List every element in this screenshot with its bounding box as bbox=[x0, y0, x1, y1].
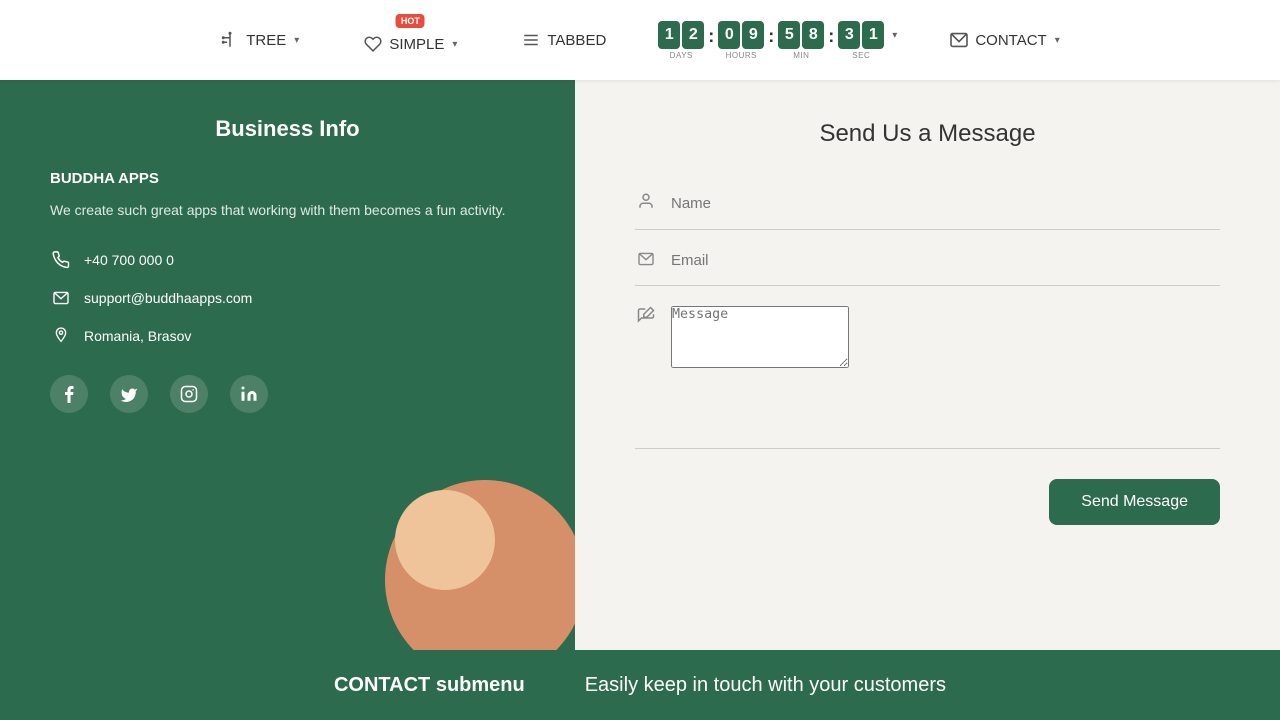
countdown: 1 2 DAYS : 0 9 HOURS : 5 8 MIN : 3 1 bbox=[658, 21, 897, 60]
simple-chevron: ▾ bbox=[452, 39, 457, 50]
min-digit-1: 5 bbox=[778, 21, 800, 49]
main-content: Business Info BUDDHA APPS We create such… bbox=[0, 80, 1280, 650]
twitter-icon[interactable] bbox=[110, 375, 148, 413]
linkedin-icon[interactable] bbox=[230, 375, 268, 413]
hot-badge: HOT bbox=[396, 14, 425, 28]
nav-item-tabbed[interactable]: TABBED bbox=[509, 22, 618, 58]
name-field bbox=[635, 178, 1220, 230]
message-field-row bbox=[635, 292, 1220, 449]
countdown-seconds: 3 1 SEC bbox=[838, 21, 884, 60]
tabbed-icon bbox=[521, 30, 541, 50]
contact-chevron: ▾ bbox=[1055, 35, 1060, 46]
bottom-right-text: Easily keep in touch with your customers bbox=[585, 674, 946, 697]
tree-icon bbox=[220, 30, 240, 50]
nav-item-contact[interactable]: CONTACT ▾ bbox=[937, 22, 1071, 58]
colon-3: : bbox=[828, 26, 834, 47]
days-digit-2: 2 bbox=[682, 21, 704, 49]
min-label: MIN bbox=[793, 51, 809, 60]
email-item: support@buddhaapps.com bbox=[50, 287, 525, 309]
nav-tree-label: TREE bbox=[246, 32, 286, 49]
countdown-minutes: 5 8 MIN bbox=[778, 21, 824, 60]
email-input[interactable] bbox=[671, 252, 1220, 269]
instagram-icon[interactable] bbox=[170, 375, 208, 413]
sec-digit-1: 3 bbox=[838, 21, 860, 49]
email-icon bbox=[50, 287, 72, 309]
message-input[interactable] bbox=[671, 306, 849, 368]
hours-label: HOURS bbox=[726, 51, 757, 60]
simple-icon bbox=[363, 34, 383, 54]
phone-icon bbox=[50, 249, 72, 271]
deco-small-circle bbox=[395, 490, 495, 590]
nav-item-simple[interactable]: HOT SIMPLE ▾ bbox=[351, 18, 469, 62]
business-title: Business Info bbox=[50, 116, 525, 142]
contact-icon bbox=[949, 30, 969, 50]
message-field-icon bbox=[635, 306, 657, 329]
bottom-left-text: CONTACT submenu bbox=[334, 674, 525, 697]
email-text: support@buddhaapps.com bbox=[84, 290, 252, 306]
hours-digit-1: 0 bbox=[718, 21, 740, 49]
hours-digit-2: 9 bbox=[742, 21, 764, 49]
colon-1: : bbox=[708, 26, 714, 47]
right-panel: Send Us a Message bbox=[575, 80, 1280, 650]
nav-tabbed-label: TABBED bbox=[547, 32, 606, 49]
min-digit-2: 8 bbox=[802, 21, 824, 49]
countdown-days: 1 2 DAYS bbox=[658, 21, 704, 60]
phone-item: +40 700 000 0 bbox=[50, 249, 525, 271]
location-icon bbox=[50, 325, 72, 347]
social-row bbox=[50, 375, 525, 413]
colon-2: : bbox=[768, 26, 774, 47]
name-input[interactable] bbox=[671, 195, 1220, 212]
email-field-row bbox=[635, 236, 1220, 286]
phone-text: +40 700 000 0 bbox=[84, 252, 174, 268]
facebook-icon[interactable] bbox=[50, 375, 88, 413]
form-title: Send Us a Message bbox=[635, 120, 1220, 148]
sec-digit-2: 1 bbox=[862, 21, 884, 49]
left-panel: Business Info BUDDHA APPS We create such… bbox=[0, 80, 575, 650]
sec-label: SEC bbox=[852, 51, 870, 60]
countdown-hours: 0 9 HOURS bbox=[718, 21, 764, 60]
days-digit-1: 1 bbox=[658, 21, 680, 49]
navbar: TREE ▾ HOT SIMPLE ▾ TABBED 1 2 bbox=[0, 0, 1280, 80]
nav-item-tree[interactable]: TREE ▾ bbox=[208, 22, 311, 58]
company-name: BUDDHA APPS bbox=[50, 170, 525, 187]
tree-chevron: ▾ bbox=[294, 35, 299, 46]
company-desc: We create such great apps that working w… bbox=[50, 199, 525, 221]
countdown-chevron: ▾ bbox=[892, 30, 897, 41]
name-field-icon bbox=[635, 192, 657, 215]
send-message-button[interactable]: Send Message bbox=[1049, 479, 1220, 525]
bottom-bar: CONTACT submenu Easily keep in touch wit… bbox=[0, 650, 1280, 720]
email-field-icon bbox=[635, 250, 657, 271]
nav-contact-label: CONTACT bbox=[975, 32, 1046, 49]
address-item: Romania, Brasov bbox=[50, 325, 525, 347]
days-label: DAYS bbox=[670, 51, 693, 60]
nav-simple-label: SIMPLE bbox=[389, 36, 444, 53]
address-text: Romania, Brasov bbox=[84, 328, 191, 344]
